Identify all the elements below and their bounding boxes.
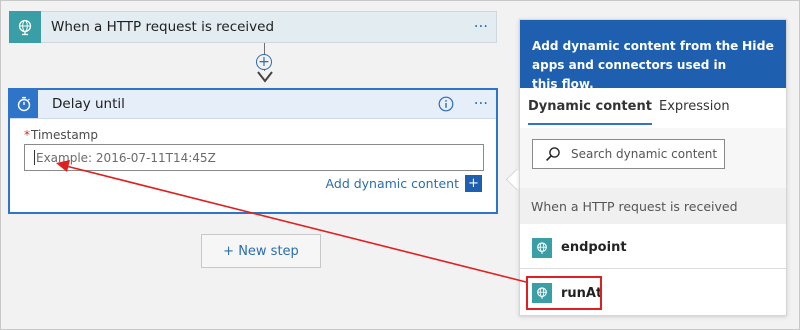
- add-dynamic-content-plus-icon[interactable]: +: [465, 175, 482, 192]
- text-caret: [34, 150, 35, 165]
- timestamp-label: *Timestamp: [24, 128, 98, 142]
- insert-step-button[interactable]: +: [256, 54, 272, 70]
- connector-arrow-icon: [257, 71, 273, 83]
- new-step-button[interactable]: + New step: [201, 234, 321, 268]
- delay-more-options-icon[interactable]: ···: [474, 96, 488, 112]
- info-icon[interactable]: [438, 96, 454, 112]
- http-trigger-icon: [9, 11, 41, 43]
- tab-dynamic-content[interactable]: Dynamic content: [528, 99, 652, 125]
- panel-tabs: Dynamic content Expression: [520, 88, 786, 129]
- search-input[interactable]: Search dynamic content: [532, 139, 725, 169]
- trigger-more-options-icon[interactable]: ···: [474, 19, 488, 35]
- add-dynamic-content-link[interactable]: Add dynamic content +: [326, 175, 482, 192]
- delay-until-card: Delay until ··· *Timestamp Example: 2016…: [8, 88, 498, 214]
- panel-header-text: Add dynamic content from the apps and co…: [532, 39, 739, 91]
- panel-header: Add dynamic content from the apps and co…: [520, 20, 786, 91]
- token-endpoint[interactable]: endpoint: [520, 227, 786, 269]
- search-placeholder: Search dynamic content: [571, 147, 718, 161]
- add-dynamic-content-label: Add dynamic content: [325, 176, 459, 191]
- hide-panel-button[interactable]: Hide: [742, 38, 774, 53]
- stopwatch-icon: [10, 90, 38, 118]
- timestamp-input[interactable]: Example: 2016-07-11T14:45Z: [24, 144, 484, 171]
- trigger-title: When a HTTP request is received: [51, 19, 275, 35]
- trigger-card[interactable]: When a HTTP request is received ···: [9, 11, 497, 43]
- token-endpoint-label: endpoint: [561, 240, 627, 255]
- search-icon: [546, 147, 560, 161]
- section-header[interactable]: When a HTTP request is received: [520, 188, 786, 224]
- dynamic-content-panel: Add dynamic content from the apps and co…: [519, 19, 787, 316]
- search-area: Search dynamic content: [520, 128, 786, 188]
- tab-expression[interactable]: Expression: [659, 99, 730, 114]
- timestamp-placeholder: Example: 2016-07-11T14:45Z: [36, 150, 216, 165]
- timestamp-label-text: Timestamp: [31, 128, 98, 142]
- required-mark: *: [24, 128, 30, 142]
- annotation-highlight-box: [526, 276, 602, 310]
- delay-title: Delay until: [52, 96, 125, 112]
- globe-request-icon: [532, 237, 552, 258]
- delay-card-header[interactable]: Delay until ···: [10, 90, 496, 119]
